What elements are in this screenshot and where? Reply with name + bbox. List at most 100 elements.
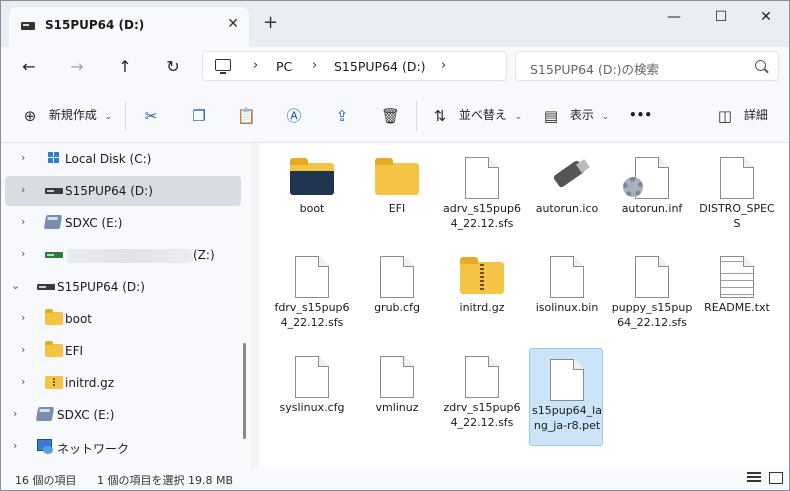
command-bar: ⊕ 新規作成 ⌄ ✂ ❐ 📋 Ⓐ ⇪ 🗑 ⇅ 並べ替え ⌄ ▤ 表示 ⌄ •••… [1, 87, 789, 143]
navigation-pane: › Local Disk (C:) › S15PUP64 (D:) › SDXC… [1, 143, 251, 467]
maximize-button[interactable]: ☐ [698, 5, 744, 29]
expand-chevron-icon[interactable]: › [13, 407, 17, 420]
close-tab-icon[interactable]: ✕ [227, 16, 239, 32]
file-item-initrd-gz[interactable]: initrd.gz [439, 246, 525, 344]
expand-chevron-icon[interactable]: › [21, 311, 25, 324]
forward-button[interactable]: → [63, 55, 91, 79]
breadcrumb[interactable]: › PC › S15PUP64 (D:) › [202, 51, 507, 81]
file-name: zdrv_s15pup64_22.12.sfs [443, 401, 521, 429]
file-item-vmlinuz[interactable]: vmlinuz [354, 346, 440, 444]
sidebar-item-boot[interactable]: › boot [5, 304, 241, 334]
new-tab-button[interactable]: + [263, 12, 278, 33]
breadcrumb-separator[interactable]: › [312, 58, 317, 73]
tiles-view-icon[interactable] [769, 472, 783, 484]
file-item-autorun-ico[interactable]: autorun.ico [524, 147, 610, 245]
expand-chevron-icon[interactable]: › [13, 439, 17, 452]
address-bar: ← → ↑ ↻ › PC › S15PUP64 (D:) › S15PUP64 … [1, 47, 789, 87]
file-icon [635, 256, 669, 298]
sd-card-icon [35, 407, 55, 421]
expand-chevron-icon[interactable]: › [21, 183, 25, 196]
divider [416, 101, 417, 131]
back-button[interactable]: ← [15, 55, 43, 79]
sidebar-item-efi[interactable]: › EFI [5, 336, 241, 366]
file-item-distro-specs[interactable]: DISTRO_SPECS [694, 147, 780, 245]
minimize-button[interactable]: — [651, 5, 697, 29]
sidebar-item-label: Local Disk (C:) [65, 152, 152, 166]
sidebar-item-local-disk-c[interactable]: › Local Disk (C:) [5, 144, 241, 174]
file-name: isolinux.bin [535, 301, 599, 314]
pc-icon [215, 59, 231, 74]
collapse-chevron-icon[interactable]: ⌄ [11, 279, 20, 292]
cut-button[interactable]: ✂ [142, 103, 160, 127]
file-name: adrv_s15pup64_22.12.sfs [443, 202, 521, 230]
delete-button[interactable]: 🗑 [381, 103, 400, 127]
details-view-icon[interactable] [747, 472, 761, 484]
file-item-readme[interactable]: README.txt [694, 246, 780, 344]
file-item-autorun-inf[interactable]: autorun.inf [609, 147, 695, 245]
file-name: puppy_s15pup64_22.12.sfs [611, 301, 693, 329]
file-name: autorun.inf [621, 202, 683, 215]
file-item-zdrv[interactable]: zdrv_s15pup64_22.12.sfs [439, 346, 525, 444]
gear-icon [623, 177, 643, 197]
file-item-grub-cfg[interactable]: grub.cfg [354, 246, 440, 344]
sort-icon: ⇅ [433, 106, 447, 125]
file-item-puppy-sfs[interactable]: puppy_s15pup64_22.12.sfs [609, 246, 695, 344]
sidebar-item-network[interactable]: › ネットワーク [5, 432, 241, 462]
details-label: 詳細 [743, 108, 768, 122]
sidebar-item-label: SDXC (E:) [57, 408, 115, 422]
expand-chevron-icon[interactable]: › [21, 215, 25, 228]
expand-chevron-icon[interactable]: › [21, 151, 25, 164]
sidebar-item-network-drive-z[interactable]: › (Z:) [5, 240, 241, 270]
sidebar-item-sdxc-e-2[interactable]: › SDXC (E:) [5, 400, 241, 430]
file-item-lang-pet[interactable]: s15pup64_lang_ja-r8.pet [529, 348, 603, 446]
copy-button[interactable]: ❐ [190, 103, 208, 127]
sidebar-item-s15pup64-d-expanded[interactable]: ⌄ S15PUP64 (D:) [5, 272, 241, 302]
file-icon [380, 256, 414, 298]
paste-button[interactable]: 📋 [237, 103, 256, 127]
close-window-button[interactable]: ✕ [743, 5, 789, 29]
title-bar: S15PUP64 (D:) ✕ + — ☐ ✕ [1, 1, 789, 47]
details-pane-icon: ◫ [717, 106, 733, 125]
file-item-boot[interactable]: boot [269, 147, 355, 245]
expand-chevron-icon[interactable]: › [21, 375, 25, 388]
rename-button[interactable]: Ⓐ [285, 103, 303, 127]
file-item-efi[interactable]: EFI [354, 147, 440, 245]
view-button[interactable]: ▤ 表示 ⌄ [542, 103, 609, 127]
sidebar-item-s15pup64-d[interactable]: › S15PUP64 (D:) [5, 176, 241, 206]
expand-chevron-icon[interactable]: › [21, 343, 25, 356]
up-button[interactable]: ↑ [111, 55, 139, 79]
share-button[interactable]: ⇪ [333, 103, 351, 127]
sidebar-item-initrd[interactable]: › initrd.gz [5, 368, 241, 398]
new-button[interactable]: ⊕ 新規作成 ⌄ [21, 103, 113, 127]
breadcrumb-separator[interactable]: › [441, 58, 446, 73]
breadcrumb-separator[interactable]: › [253, 58, 258, 73]
chevron-down-icon: ⌄ [104, 112, 113, 122]
sort-button[interactable]: ⇅ 並べ替え ⌄ [431, 103, 523, 127]
drive-icon [45, 188, 63, 194]
file-item-isolinux-bin[interactable]: isolinux.bin [524, 246, 610, 344]
refresh-button[interactable]: ↻ [159, 55, 187, 79]
folder-icon [375, 158, 419, 195]
file-item-syslinux-cfg[interactable]: syslinux.cfg [269, 346, 355, 444]
tab-s15pup64[interactable]: S15PUP64 (D:) ✕ [9, 7, 249, 47]
sidebar-scrollbar[interactable] [243, 343, 246, 439]
sidebar-item-label: initrd.gz [65, 376, 115, 390]
more-options-button[interactable]: ••• [629, 103, 652, 127]
file-name: vmlinuz [375, 401, 419, 414]
breadcrumb-pc[interactable]: PC [276, 59, 292, 74]
copy-icon: ❐ [192, 106, 206, 125]
search-icon [755, 60, 766, 71]
sidebar-item-label: (Z:) [193, 248, 215, 262]
sidebar-item-sdxc-e[interactable]: › SDXC (E:) [5, 208, 241, 238]
breadcrumb-drive[interactable]: S15PUP64 (D:) [334, 59, 426, 74]
chevron-down-icon: ⌄ [601, 112, 610, 122]
file-list: boot EFI adrv_s15pup64_22.12.sfs autorun… [259, 143, 789, 467]
details-button[interactable]: ◫ 詳細 [716, 103, 768, 127]
expand-chevron-icon[interactable]: › [21, 247, 25, 260]
file-item-adrv[interactable]: adrv_s15pup64_22.12.sfs [439, 147, 525, 245]
search-input[interactable]: S15PUP64 (D:)の検索 [515, 51, 779, 81]
file-icon [465, 356, 499, 398]
file-item-fdrv[interactable]: fdrv_s15pup64_22.12.sfs [269, 246, 355, 344]
file-icon [465, 157, 499, 199]
file-icon [550, 359, 584, 401]
